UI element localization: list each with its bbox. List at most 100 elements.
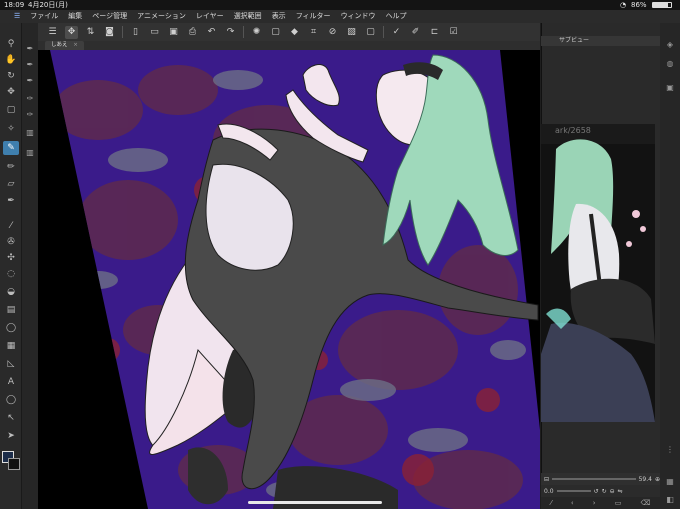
quick-access-icon[interactable]: ☑ <box>447 26 460 39</box>
correct-line-icon[interactable]: ↖ <box>3 411 19 425</box>
document-tab-bar <box>38 41 540 50</box>
grid-icon[interactable]: ▦ <box>663 475 677 489</box>
subtool-pen-icon[interactable]: ✒ <box>24 75 36 87</box>
subview-panel-header[interactable]: サブビュー <box>541 36 667 46</box>
menu-edit[interactable]: 編集 <box>68 10 82 23</box>
operation-icon[interactable]: ➤ <box>3 429 19 443</box>
rotate-left-icon[interactable]: ↺ <box>594 488 599 495</box>
rotate-icon[interactable]: ↻ <box>3 69 19 83</box>
document-tab[interactable]: しあえ × <box>45 41 84 50</box>
brush-icon[interactable]: ✒ <box>3 194 19 208</box>
snap-icon[interactable]: ⊏ <box>428 26 441 39</box>
hand-icon[interactable]: ✋ <box>3 53 19 67</box>
subtool-pen-icon[interactable]: ✒ <box>24 43 36 55</box>
battery-icon <box>652 2 672 8</box>
gradient-icon[interactable]: ▤ <box>3 303 19 317</box>
airbrush-icon[interactable]: ✇ <box>3 235 19 249</box>
color-swatch[interactable] <box>2 451 20 471</box>
subview-reference[interactable] <box>541 124 655 422</box>
save-icon[interactable]: ▣ <box>167 26 180 39</box>
subview-watermark: ark/2658 <box>555 126 591 135</box>
fit-icon[interactable]: ⇅ <box>84 26 97 39</box>
rotate-right-icon[interactable]: ↻ <box>602 488 607 495</box>
menu-window[interactable]: ウィンドウ <box>341 10 376 23</box>
reset-icon[interactable]: ⊖ <box>610 488 615 495</box>
select-layer-icon[interactable]: ▢ <box>364 26 377 39</box>
print-icon[interactable]: ⎙ <box>186 26 199 39</box>
text-icon[interactable]: A <box>3 375 19 389</box>
toolbox: ⚲ ✋ ↻ ✥ ▢ ✧ ✎ ✏ ▱ ✒ ⁄ ✇ ✣ ◌ ◒ ▤ ◯ ▦ ◺ A … <box>0 23 22 509</box>
transform-icon[interactable]: ⌗ <box>307 26 320 39</box>
previous-icon[interactable]: ‹ <box>571 499 574 507</box>
pen-icon[interactable]: ✎ <box>3 141 19 155</box>
camera-icon[interactable]: ◙ <box>103 26 116 39</box>
app-menu-icon[interactable]: ☰ <box>14 10 20 23</box>
eyedropper-icon[interactable]: ⁄ <box>551 499 552 507</box>
subtool-pen-icon[interactable]: ✑ <box>24 93 36 105</box>
subtool-pen-icon[interactable]: ✒ <box>24 59 36 71</box>
menu-help[interactable]: ヘルプ <box>386 10 407 23</box>
eraser-icon[interactable]: ▱ <box>3 177 19 191</box>
document-tab-title: しあえ <box>51 42 68 48</box>
layer-stack-icon[interactable]: ◧ <box>663 493 677 507</box>
subtool-marker-icon[interactable]: ▥ <box>24 147 36 159</box>
menu-page[interactable]: ページ管理 <box>92 10 127 23</box>
color-icon[interactable]: ◍ <box>663 57 677 71</box>
blend-icon[interactable]: ◌ <box>3 267 19 281</box>
menu-layer[interactable]: レイヤー <box>196 10 224 23</box>
figure-icon[interactable]: ◯ <box>3 321 19 335</box>
delete-icon[interactable]: ⌫ <box>640 499 650 507</box>
new-file-icon[interactable]: ▯ <box>129 26 142 39</box>
flip-icon[interactable]: ⇋ <box>618 488 623 495</box>
ruler-icon[interactable]: ✓ <box>390 26 403 39</box>
redo-icon[interactable]: ↷ <box>224 26 237 39</box>
fill-bucket-icon[interactable]: ◒ <box>3 285 19 299</box>
next-icon[interactable]: › <box>593 499 596 507</box>
panel-menu-icon[interactable]: ⋮ <box>663 443 677 457</box>
rotation-slider[interactable] <box>556 490 591 492</box>
zoom-row: ⊟ 59.4 ⊕ <box>541 473 660 485</box>
sub-tool-strip: ✒ ✒ ✒ ✑ ✑ ▥ ▥ <box>22 23 38 509</box>
subtool-marker-icon[interactable]: ▥ <box>24 127 36 139</box>
move-layer-icon[interactable]: ✥ <box>3 85 19 99</box>
import-icon[interactable]: ▭ <box>615 499 622 507</box>
menu-filter[interactable]: フィルター <box>296 10 331 23</box>
selection-icon[interactable]: ▢ <box>3 103 19 117</box>
command-bar: ☰ ✥ ⇅ ◙ ▯ ▭ ▣ ⎙ ↶ ↷ ✺ ▢ ◆ ⌗ ⊘ ▧ ▢ ✓ ✐ ⊏ … <box>38 23 540 41</box>
menu-view[interactable]: 表示 <box>272 10 286 23</box>
close-icon[interactable]: × <box>73 42 78 48</box>
eyedropper-icon[interactable]: ⁄ <box>3 219 19 233</box>
artwork <box>50 50 540 509</box>
decoration-icon[interactable]: ✣ <box>3 251 19 265</box>
fill-icon[interactable]: ◆ <box>288 26 301 39</box>
rotation-value: 0.0 <box>544 487 554 495</box>
menu-animation[interactable]: アニメーション <box>137 10 186 23</box>
wifi-icon: ◔ <box>620 1 627 9</box>
menu-selection[interactable]: 選択範囲 <box>234 10 262 23</box>
subtool-pen-icon[interactable]: ✑ <box>24 109 36 121</box>
navigator-icon[interactable]: ▣ <box>663 81 677 95</box>
deselect-icon[interactable]: ⊘ <box>326 26 339 39</box>
ruler-tool-icon[interactable]: ◺ <box>3 357 19 371</box>
menu-file[interactable]: ファイル <box>30 10 58 23</box>
move-icon[interactable]: ✥ <box>65 25 78 39</box>
undo-icon[interactable]: ↶ <box>205 26 218 39</box>
subview-controls: ⁄ ‹ › ▭ ⌫ <box>541 497 660 509</box>
menu-icon[interactable]: ☰ <box>46 26 59 39</box>
pencil-icon[interactable]: ✏ <box>3 160 19 174</box>
zoom-value: 59.4 <box>638 475 652 483</box>
open-folder-icon[interactable]: ▭ <box>148 26 161 39</box>
balloon-icon[interactable]: ◯ <box>3 393 19 407</box>
gear-icon[interactable]: ✺ <box>250 26 263 39</box>
layers-icon[interactable]: ◈ <box>663 38 677 52</box>
zoom-slider[interactable] <box>552 478 636 480</box>
pen-guide-icon[interactable]: ✐ <box>409 26 422 39</box>
invert-selection-icon[interactable]: ▧ <box>345 26 358 39</box>
magic-wand-icon[interactable]: ✧ <box>3 122 19 136</box>
frame-icon[interactable]: ▦ <box>3 339 19 353</box>
clear-icon[interactable]: ▢ <box>269 26 282 39</box>
panel-icon-strip: ◈ ◍ ▣ ⋮ ▦ ◧ <box>660 23 680 509</box>
zoom-out-icon[interactable]: ⊟ <box>544 476 549 483</box>
zoom-icon[interactable]: ⚲ <box>3 37 19 51</box>
canvas-area[interactable] <box>38 50 540 509</box>
